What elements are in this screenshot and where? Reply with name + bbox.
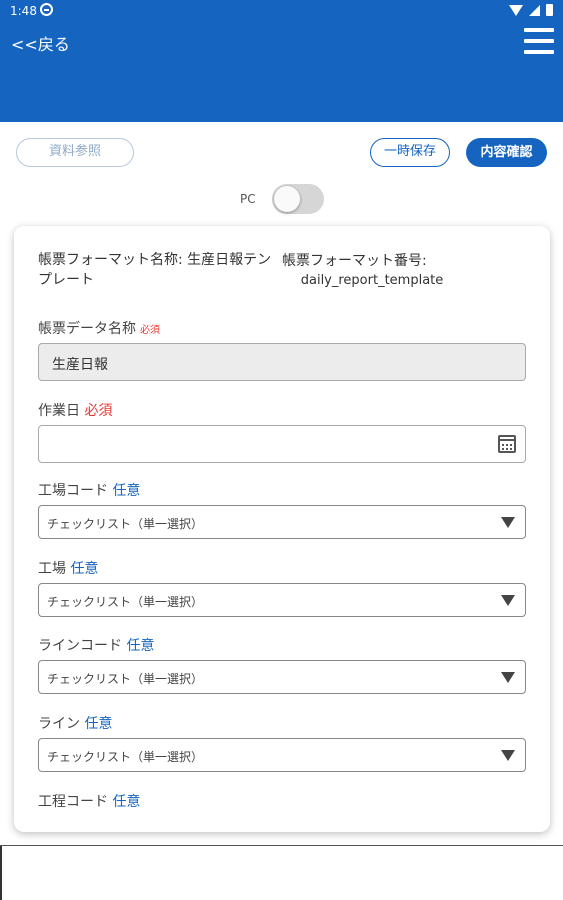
status-time: 1:48 (10, 4, 37, 18)
back-link[interactable]: <<戻る (11, 31, 70, 55)
optional-badge: 任意 (70, 561, 99, 577)
data-name-input[interactable]: 生産日報 (38, 343, 526, 381)
line-select[interactable]: チェックリスト（単一選択） (38, 738, 526, 772)
temporary-save-button[interactable]: 一時保存 (370, 138, 450, 167)
required-badge: 必須 (140, 325, 160, 336)
field-label-line: ライン 任意 (38, 716, 113, 732)
status-bar: 1:48 (0, 0, 563, 24)
confirm-content-button[interactable]: 内容確認 (466, 138, 547, 167)
work-date-input[interactable] (38, 425, 526, 463)
app-bar: <<戻る (0, 24, 563, 122)
bottom-panel (0, 845, 563, 900)
wifi-icon (509, 4, 523, 16)
factory-code-select[interactable]: チェックリスト（単一選択） (38, 505, 526, 539)
dropdown-arrow-icon (501, 517, 515, 528)
toolbar: 資料参照 一時保存 内容確認 PC (0, 122, 563, 226)
field-label-factory-code: 工場コード 任意 (38, 483, 141, 499)
reference-button[interactable]: 資料参照 (16, 138, 134, 167)
field-label-line-code: ラインコード 任意 (38, 638, 155, 654)
dropdown-arrow-icon (501, 595, 515, 606)
system-icons (509, 4, 553, 16)
signal-icon (529, 4, 540, 16)
optional-badge: 任意 (112, 483, 141, 499)
optional-badge: 任意 (84, 716, 113, 732)
factory-select[interactable]: チェックリスト（単一選択） (38, 583, 526, 617)
field-label-data-name: 帳票データ名称 必須 (38, 321, 160, 337)
line-code-select[interactable]: チェックリスト（単一選択） (38, 660, 526, 694)
format-number-label: 帳票フォーマット番号: (282, 253, 427, 269)
field-label-process-code: 工程コード 任意 (38, 794, 141, 810)
battery-icon (546, 4, 553, 16)
optional-badge: 任意 (126, 638, 155, 654)
required-badge: 必須 (84, 403, 113, 419)
optional-badge: 任意 (112, 794, 141, 810)
notification-icon (40, 3, 53, 16)
dropdown-arrow-icon (501, 750, 515, 761)
panel-edge (0, 846, 2, 900)
calendar-icon[interactable] (498, 435, 516, 453)
dropdown-arrow-icon (501, 672, 515, 683)
hamburger-menu-icon[interactable] (524, 28, 554, 54)
field-label-factory: 工場 任意 (38, 561, 99, 577)
format-number-value: daily_report_template (300, 273, 444, 288)
pc-toggle-label: PC (240, 192, 256, 206)
field-label-work-date: 作業日 必須 (38, 403, 113, 419)
form-card: 帳票フォーマット名称: 生産日報テンプレート 帳票フォーマット番号: daily… (14, 226, 550, 832)
toggle-knob (274, 186, 300, 212)
pc-toggle-switch[interactable] (272, 184, 324, 214)
format-name: 帳票フォーマット名称: 生産日報テンプレート (38, 252, 272, 288)
